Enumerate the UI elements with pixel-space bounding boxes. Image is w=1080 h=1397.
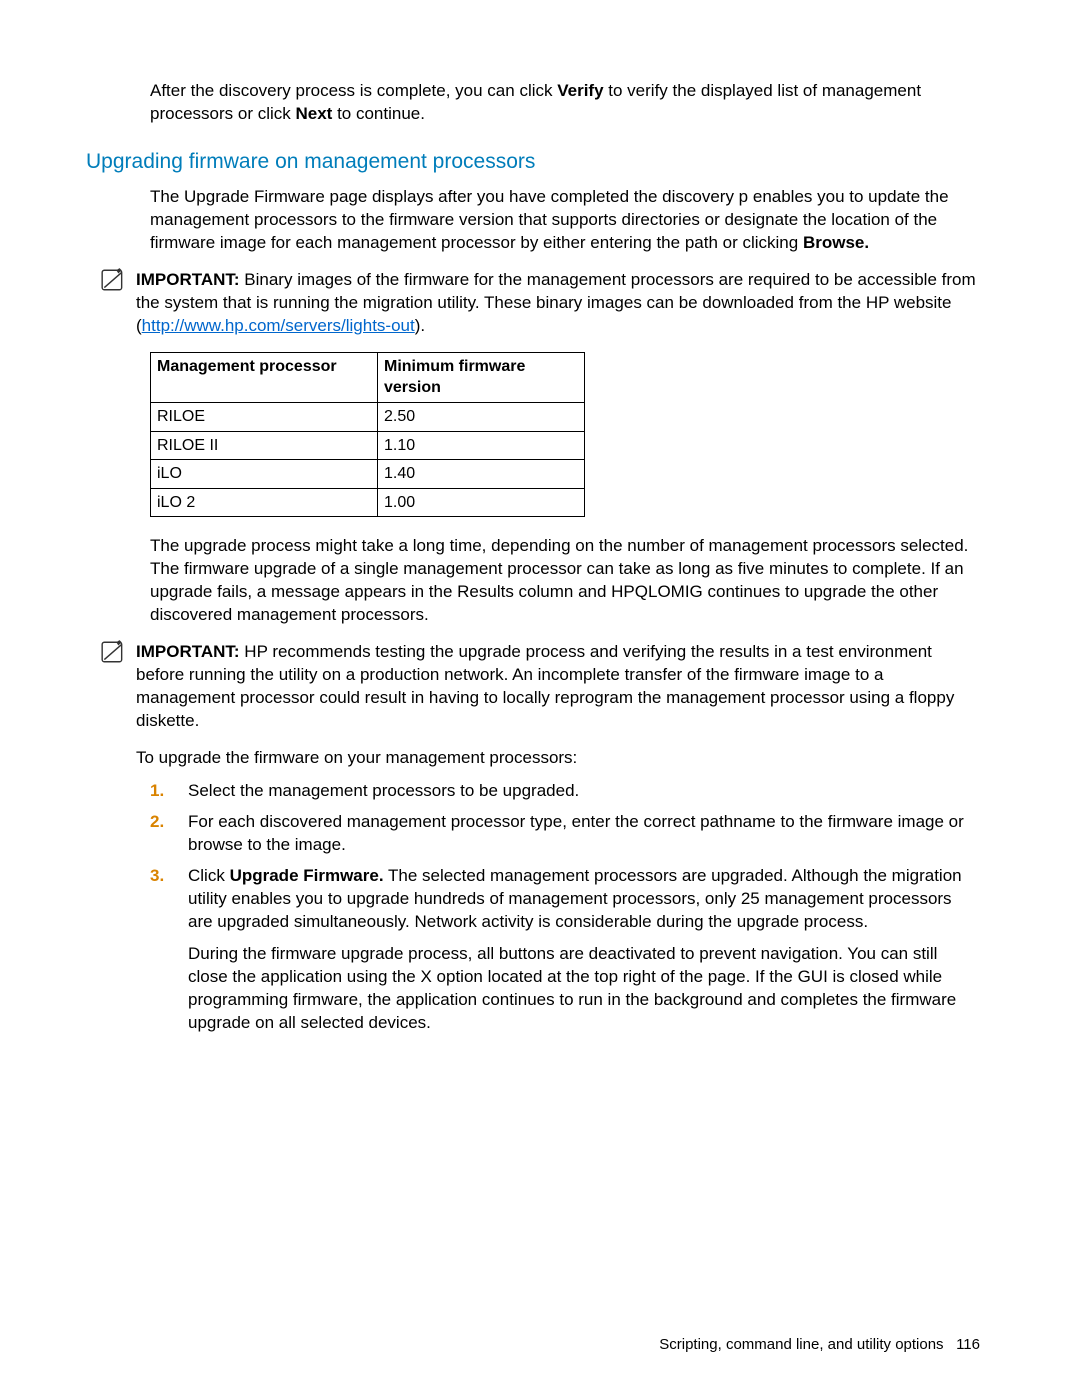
table-row: iLO 2 1.00 (151, 488, 585, 517)
upgrade-intro-paragraph: The Upgrade Firmware page displays after… (100, 186, 980, 255)
important-2-text: IMPORTANT: HP recommends testing the upg… (136, 641, 980, 733)
footer-page-number: 116 (956, 1336, 980, 1353)
footer-section-title: Scripting, command line, and utility opt… (659, 1336, 943, 1353)
intro-paragraph: After the discovery process is complete,… (100, 80, 980, 126)
steps-list: Select the management processors to be u… (150, 780, 980, 1035)
note-icon (100, 639, 128, 672)
important-2-body: HP recommends testing the upgrade proces… (136, 642, 954, 730)
list-item: For each discovered management processor… (150, 811, 980, 857)
table-cell-version: 1.10 (378, 431, 585, 460)
table-cell-version: 2.50 (378, 403, 585, 432)
important-note-2: IMPORTANT: HP recommends testing the upg… (100, 641, 980, 733)
document-page: After the discovery process is complete,… (0, 0, 1080, 1397)
table-cell-processor: RILOE (151, 403, 378, 432)
step-3-sub: During the firmware upgrade process, all… (188, 943, 980, 1035)
important-1-body-b: ). (415, 316, 425, 335)
table-header-processor: Management processor (151, 352, 378, 402)
intro-text-c: to continue. (332, 104, 425, 123)
table-cell-processor: iLO (151, 460, 378, 489)
firmware-version-table: Management processor Minimum firmware ve… (150, 352, 585, 518)
list-item: Click Upgrade Firmware. The selected man… (150, 865, 980, 1036)
step-2-text: For each discovered management processor… (188, 812, 964, 854)
list-item: Select the management processors to be u… (150, 780, 980, 803)
page-footer: Scripting, command line, and utility opt… (659, 1335, 980, 1355)
step-3-text-a: Click (188, 866, 230, 885)
table-cell-processor: RILOE II (151, 431, 378, 460)
verify-bold: Verify (557, 81, 603, 100)
table-row: iLO 1.40 (151, 460, 585, 489)
important-1-label: IMPORTANT: (136, 270, 240, 289)
table-header-row: Management processor Minimum firmware ve… (151, 352, 585, 402)
browse-bold: Browse. (803, 233, 869, 252)
table-header-version: Minimum firmware version (378, 352, 585, 402)
hp-lights-out-link[interactable]: http://www.hp.com/servers/lights-out (142, 316, 415, 335)
important-2-label: IMPORTANT: (136, 642, 240, 661)
intro-text-a: After the discovery process is complete,… (150, 81, 557, 100)
important-note-1: IMPORTANT: Binary images of the firmware… (100, 269, 980, 338)
note-icon (100, 267, 128, 300)
table-row: RILOE 2.50 (151, 403, 585, 432)
upgrade-firmware-bold: Upgrade Firmware. (230, 866, 384, 885)
section-heading: Upgrading firmware on management process… (86, 148, 980, 176)
important-1-text: IMPORTANT: Binary images of the firmware… (136, 269, 980, 338)
after-table-paragraph: The upgrade process might take a long ti… (100, 535, 980, 627)
table-row: RILOE II 1.10 (151, 431, 585, 460)
steps-intro: To upgrade the firmware on your manageme… (100, 747, 980, 770)
next-bold: Next (295, 104, 332, 123)
table-cell-version: 1.00 (378, 488, 585, 517)
step-1-text: Select the management processors to be u… (188, 781, 579, 800)
table-cell-processor: iLO 2 (151, 488, 378, 517)
table-cell-version: 1.40 (378, 460, 585, 489)
